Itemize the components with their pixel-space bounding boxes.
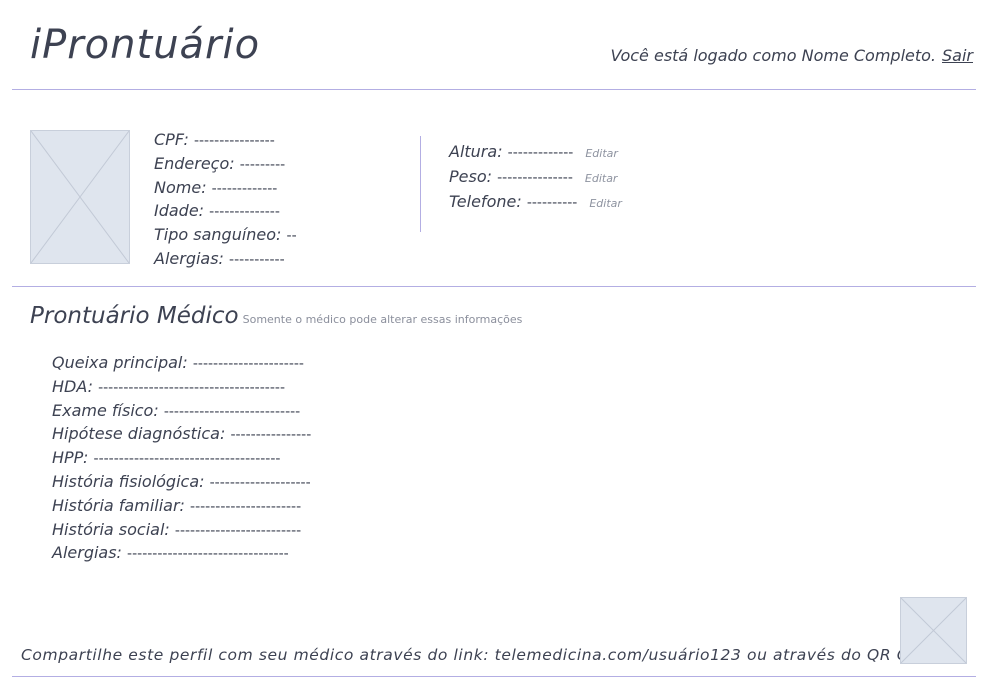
record-physical-exam: Exame físico: --------------------------…: [52, 400, 301, 420]
record-social-history: História social: -----------------------…: [52, 519, 302, 539]
patient-editable-list: Altura: ------------- Editar Peso: ------…: [449, 141, 622, 215]
patient-field-allergies: Alergias: -----------: [154, 248, 285, 268]
patient-info-divider: [420, 136, 421, 232]
record-hda: HDA: -----------------------------------…: [52, 376, 285, 396]
header-divider: [12, 89, 976, 90]
patient-field-weight: Peso: --------------- Editar: [449, 166, 618, 186]
image-placeholder-icon: [31, 131, 129, 263]
patient-field-cpf: CPF: ----------------: [154, 130, 275, 149]
app-title: iProntuário: [30, 22, 261, 68]
patient-field-blood-type: Tipo sanguíneo: --: [154, 225, 297, 245]
record-family-history: História familiar: ---------------------…: [52, 495, 302, 515]
edit-height-link[interactable]: Editar: [585, 147, 618, 160]
share-text: Compartilhe este perfil com seu médico a…: [21, 646, 939, 664]
patient-field-height: Altura: ------------- Editar: [449, 142, 618, 161]
record-physiological-history: História fisiológica: ------------------…: [52, 471, 311, 491]
qr-code-placeholder: [900, 597, 967, 664]
logout-link[interactable]: Sair: [942, 46, 973, 65]
qr-code-placeholder-icon: [901, 598, 966, 663]
patient-info-list: CPF: ---------------- Endereço: --------…: [154, 129, 297, 272]
footer-divider: [12, 676, 976, 677]
patient-field-address: Endereço: ---------: [154, 153, 286, 173]
medical-record-title: Prontuário Médico: [30, 303, 239, 329]
edit-phone-link[interactable]: Editar: [589, 197, 622, 210]
patient-photo-placeholder: [30, 130, 130, 264]
patient-section-divider: [12, 286, 976, 287]
record-allergies: Alergias: ------------------------------…: [52, 543, 289, 563]
medical-record-list: Queixa principal: ----------------------…: [52, 352, 311, 566]
session-info: Você está logado como Nome Completo. Sair: [610, 46, 973, 65]
record-diagnostic-hypothesis: Hipótese diagnóstica: ----------------: [52, 424, 312, 444]
patient-field-age: Idade: --------------: [154, 201, 280, 221]
medical-record-note: Somente o médico pode alterar essas info…: [242, 313, 523, 326]
edit-weight-link[interactable]: Editar: [585, 172, 618, 185]
record-hpp: HPP: -----------------------------------…: [52, 448, 281, 468]
patient-field-phone: Telefone: ---------- Editar: [449, 191, 622, 211]
record-chief-complaint: Queixa principal: ----------------------: [52, 353, 304, 372]
medical-record-heading: Prontuário Médico Somente o médico pode a…: [30, 303, 522, 329]
patient-field-name: Nome: -------------: [154, 177, 278, 197]
session-text: Você está logado como Nome Completo.: [610, 46, 937, 65]
